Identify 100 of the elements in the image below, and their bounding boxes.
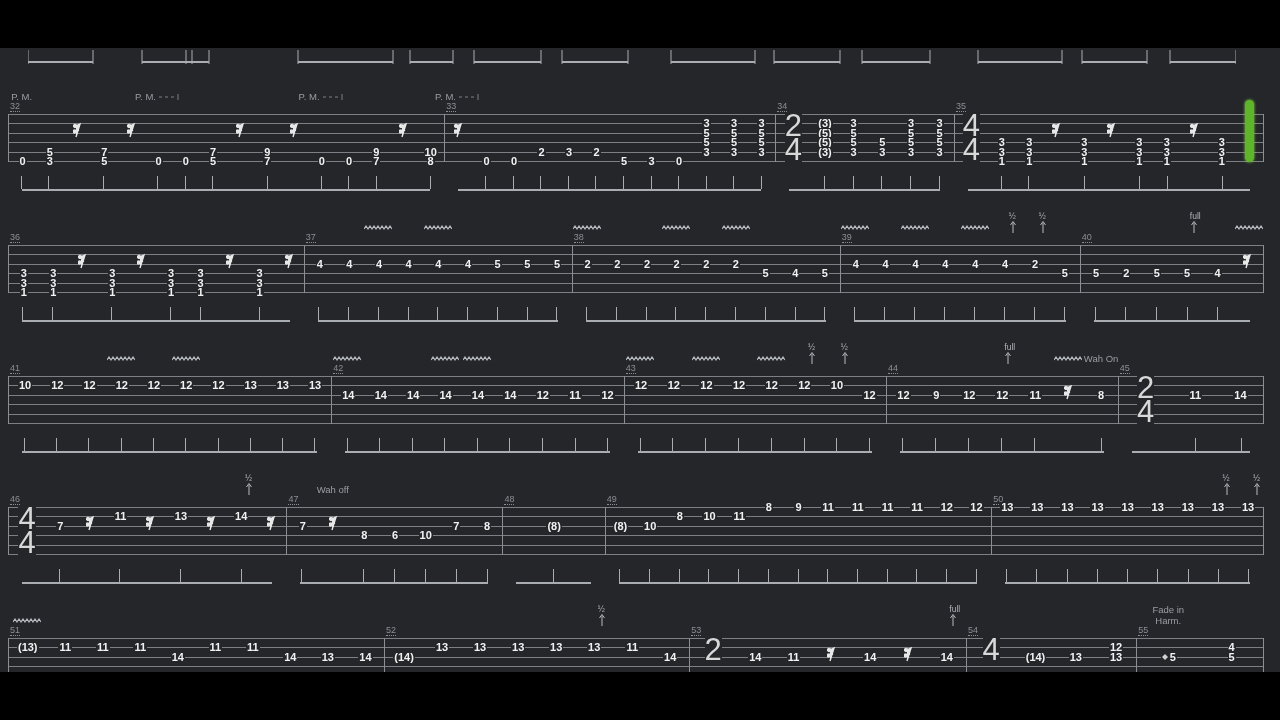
vibrato-icon	[626, 356, 655, 361]
fret-number: 13	[511, 642, 526, 653]
note-stem	[1127, 569, 1129, 582]
note-stem	[1004, 307, 1006, 320]
bend-label: ½	[1252, 474, 1260, 483]
note-stem	[321, 176, 323, 189]
note-stem	[939, 176, 940, 189]
fret-number: 0	[344, 155, 354, 166]
fret-number: 12	[50, 380, 65, 391]
bend-arrow-icon	[1189, 221, 1198, 233]
note-stem	[968, 438, 970, 451]
time-signature-denominator: 4	[784, 138, 803, 162]
note-stem	[733, 176, 735, 189]
fret-number: 8	[426, 155, 435, 166]
fret-number: 4	[881, 258, 890, 269]
note-stem	[1064, 307, 1066, 320]
fret-number: 11	[851, 502, 865, 512]
fret-number: 4	[315, 258, 324, 269]
fret-number: 11	[1028, 389, 1043, 400]
fret-number: 12	[731, 380, 747, 391]
playback-cursor[interactable]	[1244, 100, 1254, 162]
vibrato-icon	[572, 225, 601, 230]
note-stem	[619, 569, 621, 582]
fret-number: 2	[1030, 258, 1039, 269]
note-stem	[476, 438, 478, 451]
fret-number: 9	[932, 389, 941, 400]
fret-number: 5	[552, 258, 561, 269]
fret-number: 3	[757, 118, 766, 129]
fret-number: 12	[535, 389, 550, 400]
vibrato-icon	[423, 225, 452, 230]
note-stem	[217, 438, 219, 451]
fret-number: 5	[761, 268, 770, 279]
note-stem	[974, 307, 976, 320]
fret-number: (14)	[1024, 651, 1047, 662]
fret-number: 3	[1135, 137, 1144, 148]
measure-number: 36	[10, 233, 20, 243]
fret-number: 11	[732, 511, 746, 522]
note-stem	[259, 307, 261, 320]
fret-number: 10	[18, 380, 33, 391]
note-stem	[595, 176, 597, 189]
fret-number: 14	[863, 651, 878, 662]
bend-label: ½	[597, 605, 605, 614]
fret-number: 14	[170, 651, 185, 662]
vibrato-icon	[333, 356, 362, 361]
fret-number: 5	[702, 137, 711, 148]
fret-number: 1	[108, 286, 117, 297]
bend-arrow-icon	[949, 614, 958, 626]
note-stem	[485, 176, 487, 189]
measure-number: 37	[305, 233, 316, 243]
note-stem	[823, 176, 825, 189]
measure-number: 51	[10, 626, 20, 636]
vibrato-icon	[463, 356, 492, 361]
note-stem	[444, 438, 446, 451]
measure-number: 34	[777, 102, 788, 112]
fret-number: 11	[910, 502, 924, 512]
rest-icon	[1107, 122, 1117, 138]
measure-number: 55	[1138, 626, 1149, 636]
note-stem	[455, 569, 457, 582]
fret-number: 1	[255, 286, 264, 297]
note-stem	[705, 176, 707, 189]
fret-number: 3	[849, 146, 858, 157]
fret-number: 4	[791, 268, 800, 279]
fret-number: 4	[404, 258, 413, 269]
fret-number: 1	[196, 286, 205, 297]
palm-mute-label: P. M.	[435, 91, 456, 102]
note-stem	[1036, 569, 1038, 582]
note-stem	[249, 438, 251, 451]
fret-number: 4	[1213, 268, 1222, 279]
fret-number: 1	[167, 286, 176, 297]
note-stem	[55, 438, 57, 451]
note-stem	[607, 438, 608, 451]
fret-number: 5	[1160, 651, 1177, 662]
measure-number: 35	[955, 102, 966, 112]
fret-number: 2	[613, 258, 622, 269]
fret-number: 1	[1162, 155, 1171, 166]
vibrato-icon	[960, 225, 989, 230]
vibrato-icon	[430, 356, 459, 361]
note-stem	[803, 438, 805, 451]
measure-number: 44	[887, 364, 898, 374]
fret-number: 8	[764, 502, 773, 512]
fret-number: 10	[418, 530, 433, 541]
note-stem	[1187, 569, 1189, 582]
rest-icon	[398, 122, 408, 138]
fret-number: 3	[729, 118, 738, 129]
fret-number: 1	[997, 155, 1006, 166]
fret-number: 3	[1162, 146, 1171, 157]
fret-number: 11	[786, 651, 801, 662]
fret-number: 7	[372, 155, 381, 166]
fret-number: 2	[592, 146, 601, 157]
note-stem	[797, 569, 799, 582]
note-stem	[648, 569, 650, 582]
bend-arrow-icon	[840, 352, 849, 364]
vibrato-icon	[1054, 356, 1082, 361]
fret-number: 5	[100, 155, 109, 166]
fret-number: 13	[1000, 502, 1015, 512]
note-stem	[1194, 438, 1196, 451]
annotation-text: Wah On	[1083, 353, 1119, 364]
fret-number: 5	[1152, 268, 1161, 279]
note-stem	[1218, 569, 1220, 582]
note-stem	[738, 569, 740, 582]
